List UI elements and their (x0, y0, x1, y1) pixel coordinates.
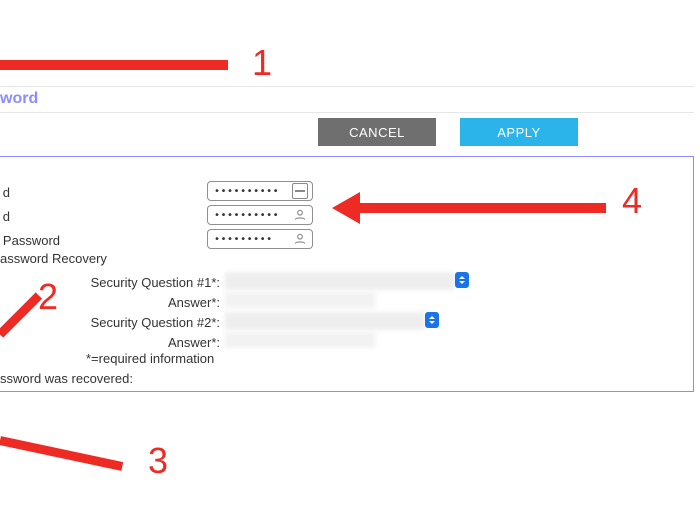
answer-2-label: Answer*: (168, 335, 220, 350)
password-mask: •••••••••• (214, 186, 292, 197)
security-question-1-select[interactable] (455, 272, 469, 288)
confirm-password-input[interactable]: ••••••••• (207, 229, 313, 249)
header-separator-top (0, 86, 694, 87)
callout-1-number: 1 (252, 42, 272, 84)
callout-1-line (0, 60, 228, 70)
new-password-label: d (3, 209, 10, 224)
password-recovery-heading: assword Recovery (0, 251, 107, 266)
page-title: word (0, 90, 38, 108)
callout-3-number: 3 (148, 440, 168, 482)
security-question-1-select-value (225, 272, 455, 290)
current-password-input[interactable]: •••••••••• (207, 181, 313, 201)
security-question-2-label: Security Question #2*: (91, 315, 220, 330)
answer-1-input[interactable] (225, 292, 375, 308)
security-question-2-select-value (225, 312, 425, 330)
required-info-note: *=required information (86, 351, 214, 366)
apply-button[interactable]: APPLY (460, 118, 578, 146)
header-separator-bottom (0, 112, 694, 113)
answer-2-input[interactable] (225, 332, 375, 348)
autofill-contact-icon (292, 231, 308, 247)
security-question-2-select[interactable] (425, 312, 439, 328)
password-mask: ••••••••• (214, 234, 292, 245)
security-question-1-label: Security Question #1*: (91, 275, 220, 290)
autofill-key-icon (292, 183, 308, 199)
new-password-input[interactable]: •••••••••• (207, 205, 313, 225)
autofill-contact-icon (292, 207, 308, 223)
password-mask: •••••••••• (214, 210, 292, 221)
confirm-password-label: Password (3, 233, 60, 248)
current-password-label: d (3, 185, 10, 200)
callout-3-line (0, 436, 123, 471)
answer-1-label: Answer*: (168, 295, 220, 310)
cancel-button[interactable]: CANCEL (318, 118, 436, 146)
last-recovered-label: ssword was recovered: (0, 371, 133, 386)
password-panel: d •••••••••• d •••••••••• Password •••••… (0, 156, 694, 392)
